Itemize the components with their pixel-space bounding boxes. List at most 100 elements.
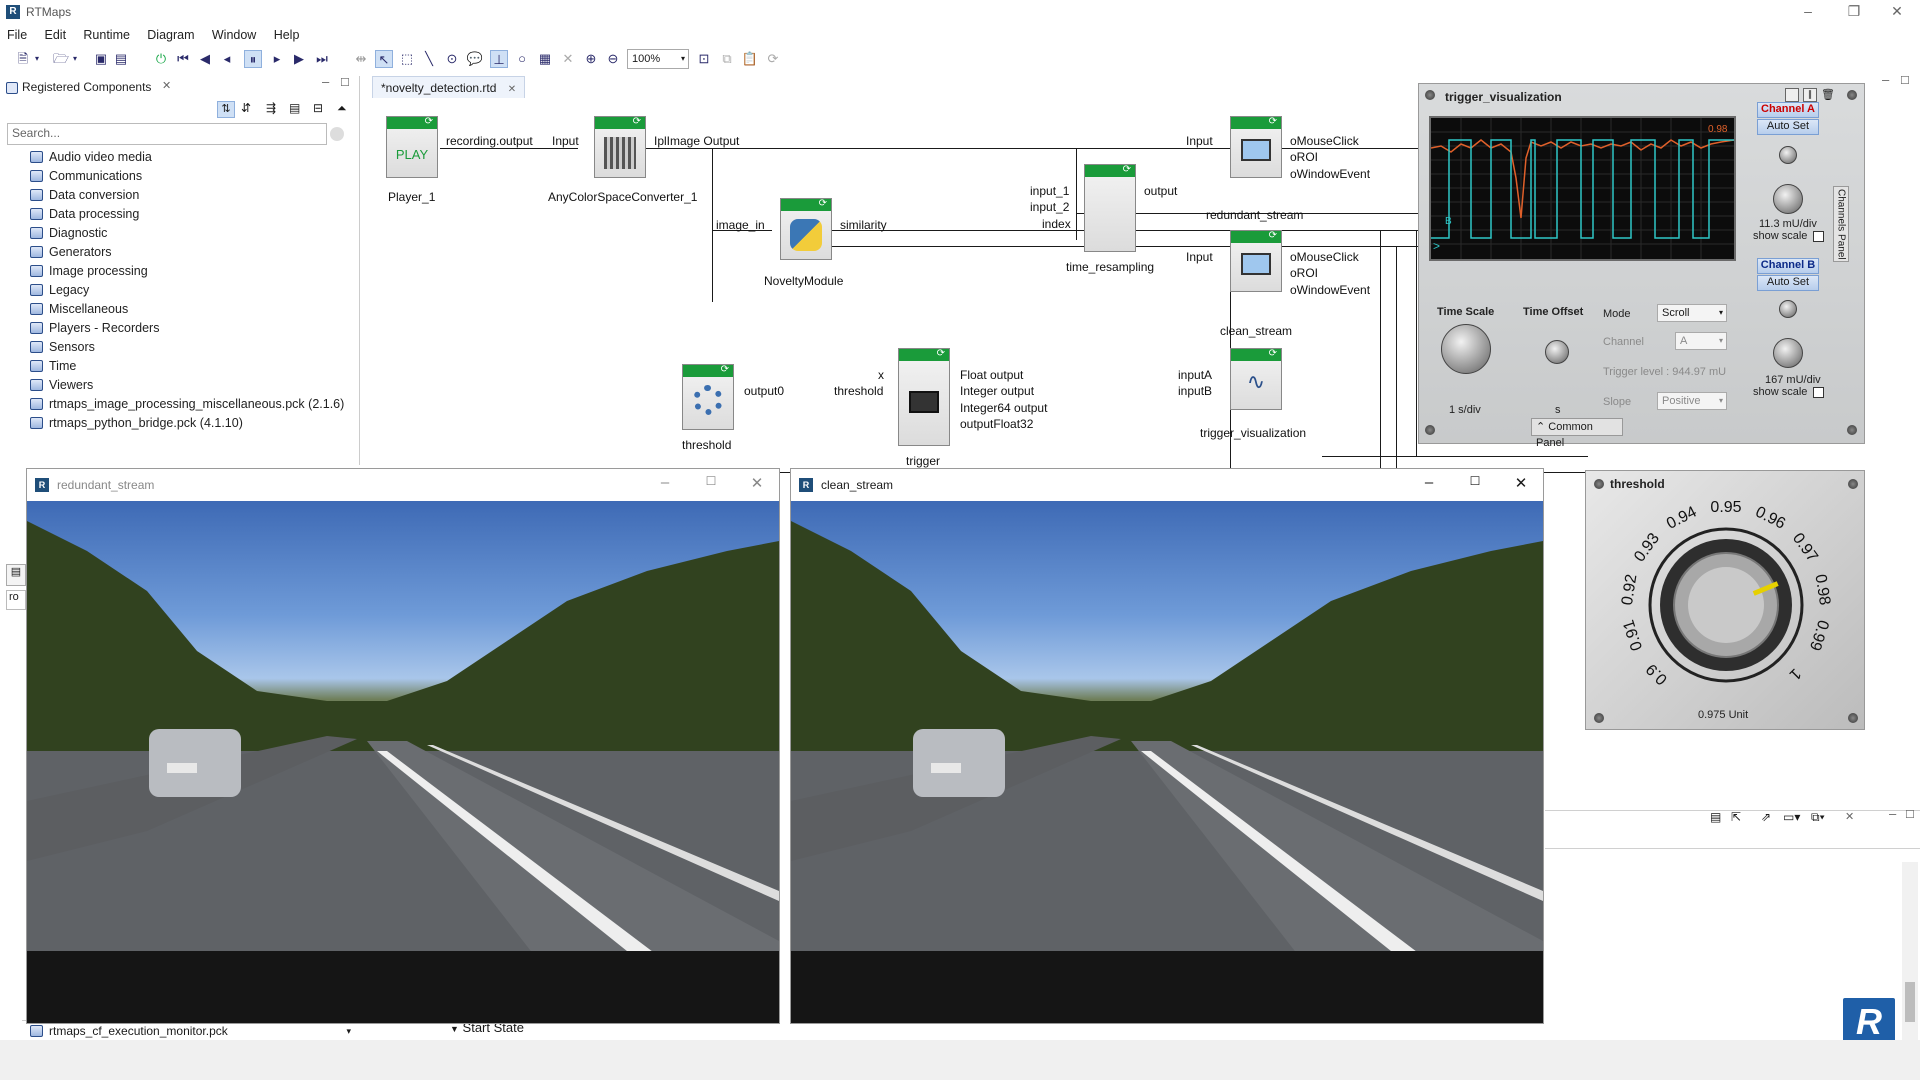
threshold-component[interactable] xyxy=(682,364,734,430)
tree-item[interactable]: Sensors xyxy=(30,340,95,354)
trigger-component[interactable] xyxy=(898,348,950,446)
record-icon[interactable]: ⊙ xyxy=(443,50,461,68)
time-scale-knob[interactable] xyxy=(1441,324,1491,374)
common-panel-button[interactable]: ⌃ Common Panel xyxy=(1531,418,1623,449)
converter-output-port[interactable]: IplImage Output xyxy=(654,134,739,148)
tree-item[interactable]: Image processing xyxy=(30,264,148,278)
zoom-in-icon[interactable]: ⊕ xyxy=(582,50,600,68)
player-component[interactable]: PLAY xyxy=(386,116,438,178)
scrollbar-thumb[interactable] xyxy=(1905,982,1915,1022)
tree-item[interactable]: Data processing xyxy=(30,207,139,221)
wire-tool-icon[interactable]: ╲ xyxy=(420,50,438,68)
channel-b-offset-knob[interactable] xyxy=(1779,300,1797,318)
trigger-visualization-component[interactable]: ∿ xyxy=(1230,348,1282,410)
trigger-output-port[interactable]: Float output xyxy=(960,368,1023,382)
close-icon[interactable]: ✕ xyxy=(1874,3,1920,20)
mode-select[interactable]: Scroll ▾ xyxy=(1657,304,1727,322)
step-back-icon[interactable]: ◀ xyxy=(196,50,214,68)
trigger-output-port[interactable]: Integer64 output xyxy=(960,401,1047,415)
delete-icon[interactable]: ✕ xyxy=(559,50,577,68)
channel-a-scale-knob[interactable] xyxy=(1773,184,1803,214)
select-area-icon[interactable]: ⬚ xyxy=(398,50,416,68)
maximize-icon[interactable]: ☐ xyxy=(1455,474,1495,488)
pointer-icon[interactable]: ↖ xyxy=(375,50,393,68)
resampling-input-port[interactable]: input_2 xyxy=(1030,200,1069,214)
tree-item[interactable]: Viewers xyxy=(30,378,93,392)
side-view-icon[interactable]: ▤ xyxy=(6,564,26,586)
save-all-icon[interactable]: ▤ xyxy=(112,50,130,68)
chevron-down-icon[interactable]: ▾ xyxy=(346,1021,357,1041)
diagram-tab[interactable]: *novelty_detection.rtd ✕ xyxy=(372,76,526,98)
new-diagram-icon[interactable]: 🗎 xyxy=(14,50,32,68)
save-icon[interactable]: ▣ xyxy=(92,50,110,68)
comment-icon[interactable]: 💬 xyxy=(466,50,484,68)
trigger-input-port[interactable]: x xyxy=(878,368,884,382)
pause-icon[interactable]: ∥ xyxy=(1803,88,1817,102)
tree-item[interactable]: Generators xyxy=(30,245,112,259)
tree-item[interactable]: Diagnostic xyxy=(30,226,107,240)
filter-icon[interactable]: ⇵ xyxy=(241,101,251,115)
group-icon[interactable]: ⇶ xyxy=(266,101,276,115)
maximize-panel-icon[interactable]: ☐ xyxy=(1905,808,1915,821)
menu-diagram[interactable]: Diagram xyxy=(140,26,201,44)
menu-file[interactable]: File xyxy=(0,26,34,44)
redundant-output-port[interactable]: oMouseClick xyxy=(1290,134,1359,148)
layout-icon[interactable]: ⊥ xyxy=(490,50,508,68)
redundant-stream-component[interactable] xyxy=(1230,116,1282,178)
chevron-down-icon[interactable]: ▾ xyxy=(32,50,42,68)
trigger-input-port[interactable]: threshold xyxy=(834,384,883,398)
tree-item[interactable]: Communications xyxy=(30,169,142,183)
grid-icon[interactable]: ▦ xyxy=(536,50,554,68)
resampling-input-port[interactable]: index xyxy=(1042,217,1071,231)
slope-select[interactable]: Positive ▾ xyxy=(1657,392,1727,410)
close-icon[interactable]: ✕ xyxy=(1845,810,1854,823)
threshold-output-port[interactable]: output0 xyxy=(744,384,784,398)
trash-icon[interactable]: 🗑 xyxy=(1821,88,1835,102)
maximize-panel-icon[interactable]: ☐ xyxy=(1900,74,1910,87)
tree-item[interactable]: rtmaps_image_processing_miscellaneous.pc… xyxy=(30,397,344,411)
resampling-output-port[interactable]: output xyxy=(1144,184,1177,198)
channel-b-button[interactable]: Channel B xyxy=(1757,258,1819,274)
zoom-select[interactable]: 100% ▾ xyxy=(627,49,689,69)
rewind-icon[interactable]: ⏮ xyxy=(174,50,192,68)
tree-item[interactable]: Miscellaneous xyxy=(30,302,128,316)
channel-select[interactable]: A ▾ xyxy=(1675,332,1727,350)
collapse-all-icon[interactable]: ⊟ xyxy=(313,101,323,115)
chevron-down-icon[interactable]: ▾ xyxy=(70,50,80,68)
open-diagram-icon[interactable]: 🗁 xyxy=(52,50,70,68)
channel-a-offset-knob[interactable] xyxy=(1779,146,1797,164)
clean-output-port[interactable]: oWindowEvent xyxy=(1290,283,1370,297)
redundant-output-port[interactable]: oROI xyxy=(1290,150,1318,164)
prev-frame-icon[interactable]: ◂ xyxy=(218,50,236,68)
minimize-panel-icon[interactable]: – xyxy=(1882,72,1889,87)
close-icon[interactable]: ✕ xyxy=(1501,474,1541,492)
close-icon[interactable]: ✕ xyxy=(737,474,777,492)
converter-component[interactable] xyxy=(594,116,646,178)
tree-item[interactable]: Legacy xyxy=(30,283,89,297)
clean-output-port[interactable]: oROI xyxy=(1290,266,1318,280)
minimize-icon[interactable]: – xyxy=(1409,474,1449,491)
resampling-input-port[interactable]: input_1 xyxy=(1030,184,1069,198)
export-icon[interactable]: ⇱ xyxy=(1731,810,1741,824)
novelty-output-port[interactable]: similarity xyxy=(840,218,887,232)
search-input[interactable]: Search... xyxy=(7,123,327,145)
menu-help[interactable]: Help xyxy=(267,26,307,44)
scrollbar[interactable] xyxy=(1902,862,1918,1040)
clear-search-icon[interactable] xyxy=(330,127,344,141)
link-icon[interactable]: ⇹ xyxy=(352,50,370,68)
paste-icon[interactable]: 📋 xyxy=(741,50,759,68)
clean-output-port[interactable]: oMouseClick xyxy=(1290,250,1359,264)
minimize-panel-icon[interactable] xyxy=(1785,88,1799,102)
menu-window[interactable]: Window xyxy=(205,26,263,44)
redundant-output-port[interactable]: oWindowEvent xyxy=(1290,167,1370,181)
trigger-output-port[interactable]: outputFloat32 xyxy=(960,417,1033,431)
package-icon[interactable]: ▤ xyxy=(289,101,300,115)
maximize-icon[interactable]: ☐ xyxy=(691,474,731,488)
refresh-icon[interactable]: ⟳ xyxy=(764,50,782,68)
tree-item[interactable]: Data conversion xyxy=(30,188,139,202)
maximize-panel-icon[interactable]: ☐ xyxy=(340,76,350,89)
pause-icon[interactable]: ⏸ xyxy=(244,50,262,68)
menu-runtime[interactable]: Runtime xyxy=(76,26,137,44)
tree-item[interactable]: Players - Recorders xyxy=(30,321,159,335)
run-icon[interactable]: ⏻ xyxy=(152,50,170,68)
